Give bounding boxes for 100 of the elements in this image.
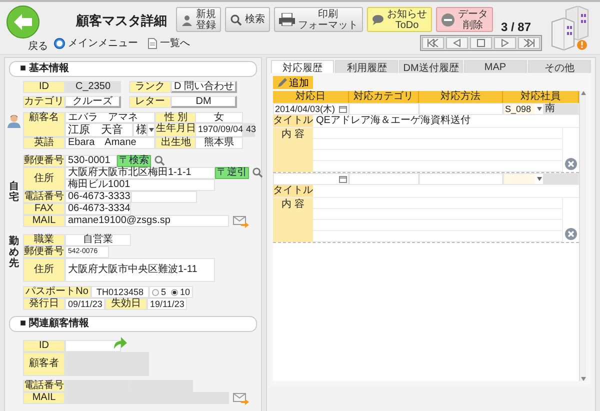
last-icon [523, 39, 535, 47]
tab[interactable]: 対応履歴 [271, 60, 334, 73]
related-id-field[interactable] [65, 340, 121, 352]
column-header: 対応カテゴリ [349, 91, 419, 103]
radio-label: 5 [161, 287, 166, 297]
rank-dropdown[interactable]: D 問い合わせ [171, 81, 237, 93]
name-field[interactable]: 江原 天音 [65, 123, 133, 137]
print-format-button[interactable]: 印刷 フォーマット [274, 7, 363, 32]
issue-date-field[interactable]: 09/11/23 [65, 298, 105, 310]
field-label: 出生地 [155, 137, 197, 149]
category-field[interactable] [349, 173, 419, 185]
field-label: 性 別 [155, 112, 197, 123]
scrollbar[interactable] [579, 91, 586, 381]
phone-field[interactable]: 06-4673-3333 [65, 191, 131, 203]
person-icon [181, 14, 193, 26]
search-button[interactable]: 検索 [225, 7, 270, 32]
email-field[interactable]: amane19100@zsgs.sp [65, 215, 229, 227]
record-counter: 3 / 87 [501, 20, 532, 34]
english-name-field[interactable]: Ebara Amane [65, 137, 155, 149]
birthdate-field[interactable]: 1970/09/04 [195, 123, 243, 137]
honorific-field[interactable]: 様 [133, 123, 147, 137]
furigana-field[interactable]: エバラ アマネ [65, 112, 155, 123]
radio-button[interactable] [171, 288, 178, 296]
scroll-up-icon[interactable] [580, 91, 586, 95]
field-label: 電話番号 [23, 380, 65, 392]
address-field[interactable]: 大阪府大阪市北区梅田1-1-1 [65, 167, 215, 179]
field-label: ID [23, 81, 65, 93]
close-icon[interactable] [565, 228, 577, 240]
triangle-right-icon [501, 39, 509, 47]
birthplace-field[interactable]: 熊本県 [195, 137, 243, 149]
gender-field[interactable]: 女 [195, 112, 243, 123]
add-button[interactable]: 追加 [273, 76, 313, 89]
field-label: MAIL [23, 392, 65, 404]
field-label: 電話番号 [23, 191, 65, 203]
next-record-button[interactable] [494, 37, 516, 49]
last-record-button[interactable] [518, 37, 540, 49]
category-dropdown[interactable]: クルーズ [65, 96, 121, 108]
radio-button[interactable] [152, 288, 159, 296]
nav-link[interactable]: 一覧へ [160, 36, 190, 50]
field-label: タイトル [273, 115, 313, 127]
fax-field[interactable]: 06-4673-3334 [65, 203, 131, 215]
side-label: 自宅 [9, 180, 19, 202]
address-field[interactable]: 大阪府大阪市中央区難波1-11 [65, 258, 215, 282]
send-mail-icon[interactable] [233, 216, 249, 228]
stop-button[interactable] [470, 37, 492, 49]
globe-icon [54, 38, 65, 48]
send-mail-icon[interactable] [233, 393, 249, 405]
first-icon [427, 39, 439, 47]
passport-number-field[interactable]: TH0123458 [91, 286, 149, 298]
section-header: ■ 関連顧客情報 [9, 316, 257, 332]
field-label: カテゴリ [23, 96, 65, 108]
person-icon [7, 114, 21, 128]
delete-button[interactable]: データ 削除 [436, 7, 493, 32]
tab[interactable]: その他 [528, 60, 592, 73]
postal-code-field[interactable]: 530-0001 [65, 155, 117, 167]
field-label: パスポートNo [23, 286, 91, 298]
field-label: 生年月日 [155, 123, 197, 137]
tab[interactable]: MAP [464, 60, 527, 73]
minus-circle-icon [441, 12, 455, 26]
previous-record-button[interactable] [446, 37, 468, 49]
title-field[interactable]: QEアドレア海＆エーゲ海資料送付 [313, 115, 579, 127]
calendar-icon[interactable] [339, 106, 347, 112]
tab[interactable]: DM送付履歴 [399, 60, 463, 73]
letter-dropdown[interactable]: DM [171, 96, 237, 108]
radio-label: 10 [180, 287, 190, 297]
address-field[interactable]: 梅田ビル1001 [65, 179, 215, 191]
category-field[interactable] [349, 103, 419, 115]
field-label: FAX [23, 203, 65, 215]
field-label: レター [129, 96, 171, 108]
calendar-icon[interactable] [339, 176, 347, 182]
notice-button[interactable]: お知らせ ToDo [367, 7, 432, 32]
close-icon[interactable] [565, 158, 577, 170]
field-label: 失効日 [105, 298, 147, 310]
occupation-field[interactable]: 自営業 [65, 234, 131, 246]
scroll-down-icon[interactable] [580, 377, 586, 381]
postal-search-button[interactable]: 〒検索 [117, 155, 151, 167]
back-button[interactable] [6, 5, 40, 39]
id-field: C_2350 [65, 81, 121, 93]
field-label: ID [23, 340, 65, 352]
method-field[interactable] [419, 173, 503, 185]
method-field[interactable] [419, 103, 503, 115]
triangle-left-icon [453, 39, 461, 47]
search-icon[interactable] [252, 167, 263, 178]
search-icon[interactable] [154, 155, 165, 166]
expiry-date-field[interactable]: 19/11/23 [147, 298, 187, 310]
back-label: 戻る [28, 40, 48, 53]
field-label: 郵便番号 [23, 155, 65, 167]
field-label: タイトル [273, 185, 313, 197]
field-label: 住所 [23, 167, 65, 191]
field-label: 顧客者 [23, 352, 65, 376]
field-label: 郵便番号 [23, 246, 65, 258]
first-record-button[interactable] [422, 37, 444, 49]
curved-arrow-icon[interactable] [113, 337, 127, 349]
phone-field[interactable] [131, 191, 197, 203]
reverse-lookup-button[interactable]: 〒逆引 [215, 167, 249, 179]
document-icon [148, 38, 157, 48]
new-record-button[interactable]: 新規 登録 [176, 7, 221, 32]
tab[interactable]: 利用履歴 [335, 60, 398, 73]
field-label: 英語 [23, 137, 65, 149]
nav-link[interactable]: メインメニュー [68, 36, 138, 50]
